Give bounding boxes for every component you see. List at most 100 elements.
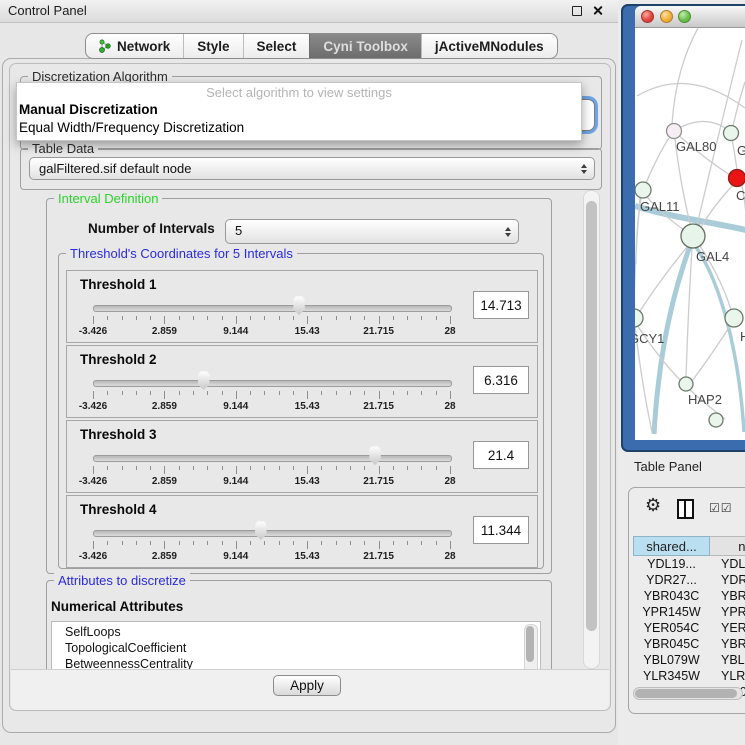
network-canvas[interactable]: GAL80GCGAL11GAL4GCY1HHAP2: [635, 27, 745, 440]
panel-title: Control Panel: [8, 3, 87, 18]
split-columns-icon[interactable]: [677, 499, 694, 519]
network-node[interactable]: [725, 309, 743, 327]
network-edge[interactable]: [686, 248, 692, 377]
network-node[interactable]: [635, 309, 643, 327]
network-edge[interactable]: [635, 198, 640, 309]
network-node[interactable]: [679, 377, 693, 391]
tick-label: 21.715: [363, 401, 394, 412]
tab-select[interactable]: Select: [243, 34, 310, 58]
node-label: C: [736, 188, 745, 203]
node-label: G: [737, 143, 745, 158]
close-traffic-light-icon[interactable]: [641, 10, 654, 23]
tab-jactivemnodules[interactable]: jActiveMNodules: [421, 34, 557, 58]
algorithm-dropdown-popup: Select algorithm to view settings Manual…: [16, 82, 582, 141]
attribute-list-item[interactable]: SelfLoops: [52, 624, 540, 640]
table-row[interactable]: YDL19...YDL19...: [633, 556, 745, 572]
close-panel-icon[interactable]: [592, 5, 603, 16]
network-edge[interactable]: [733, 82, 745, 126]
attributes-listbox[interactable]: SelfLoopsTopologicalCoefficientBetweenne…: [51, 621, 541, 669]
group-title: Interval Definition: [54, 191, 162, 206]
table-row[interactable]: YER054CYER054C: [633, 620, 745, 636]
slider-track[interactable]: [93, 455, 452, 462]
table-row[interactable]: YDR27...YDR27...: [633, 572, 745, 588]
slider-thumb[interactable]: [196, 371, 211, 390]
network-node[interactable]: [667, 124, 682, 139]
table-row[interactable]: YBR045CYBR045C: [633, 636, 745, 652]
network-window-titlebar[interactable]: [635, 6, 745, 28]
tick-label: 9.144: [223, 401, 248, 412]
cell-shared-name: YDR27...: [633, 572, 710, 588]
tab-label: Cyni Toolbox: [323, 39, 408, 54]
threshold-value-field[interactable]: 6.316: [473, 366, 529, 394]
interval-definition-group: Interval Definition Number of Intervals …: [46, 198, 552, 574]
column-header-shared-[interactable]: shared...: [633, 536, 710, 556]
tab-label: Select: [257, 39, 297, 54]
slider-thumb[interactable]: [292, 296, 307, 315]
network-edge[interactable]: [672, 28, 698, 124]
slider-track[interactable]: [93, 380, 452, 387]
tick-label: 28: [444, 401, 455, 412]
threshold-label: Threshold 1: [80, 277, 157, 292]
slider-tick-labels: -3.4262.8599.14415.4321.71528: [93, 326, 450, 337]
threshold-value-field[interactable]: 14.713: [473, 291, 529, 319]
table-horizontal-scrollbar[interactable]: [633, 687, 743, 700]
column-header-name[interactable]: name: [710, 536, 745, 556]
panel-vertical-scrollbar[interactable]: [583, 190, 600, 669]
table-row[interactable]: YLR345WYLR345W: [633, 668, 745, 684]
group-title: Attributes to discretize: [54, 573, 190, 588]
cell-shared-name: YBR043C: [633, 588, 710, 604]
node-label: GAL80: [676, 139, 716, 154]
dropdown-hint: Select algorithm to view settings: [17, 85, 581, 100]
node-table: shared...nameYDL19...YDL19...YDR27...YDR…: [633, 536, 745, 700]
list-scrollbar[interactable]: [524, 624, 538, 669]
zoom-traffic-light-icon[interactable]: [678, 10, 691, 23]
network-edge[interactable]: [646, 138, 669, 183]
table-row[interactable]: YPR145WYPR145W: [633, 604, 745, 620]
table-scrollbar-thumb[interactable]: [635, 689, 737, 698]
table-data-combobox[interactable]: galFiltered.sif default node: [29, 157, 595, 180]
threshold-panel: Threshold 1 -3.4262.8599.14415.4321.71528…: [66, 270, 538, 343]
slider-track[interactable]: [93, 305, 452, 312]
numerical-attributes-label: Numerical Attributes: [51, 599, 183, 614]
slider-ticks: [93, 466, 450, 476]
num-intervals-combobox[interactable]: 5: [225, 219, 519, 244]
float-window-icon[interactable]: [572, 6, 582, 16]
network-node[interactable]: [724, 126, 739, 141]
tab-style[interactable]: Style: [183, 34, 242, 58]
apply-button[interactable]: Apply: [273, 675, 341, 696]
table-row[interactable]: YBR043CYBR043C: [633, 588, 745, 604]
tick-label: 9.144: [223, 551, 248, 562]
select-columns-icon[interactable]: ☑☑: [709, 501, 733, 515]
network-node[interactable]: [709, 413, 723, 427]
cell-name: YDR27...: [710, 572, 745, 588]
slider-thumb[interactable]: [253, 521, 268, 540]
attributes-group: Attributes to discretize Numerical Attri…: [46, 580, 552, 669]
minimize-traffic-light-icon[interactable]: [660, 10, 673, 23]
gear-icon[interactable]: ⚙: [645, 496, 661, 514]
table-row[interactable]: YBL079WYBL079W: [633, 652, 745, 668]
network-node[interactable]: [681, 224, 705, 248]
algorithm-option[interactable]: Manual Discretization: [19, 102, 158, 117]
cell-shared-name: YBL079W: [633, 652, 710, 668]
threshold-value-field[interactable]: 21.4: [473, 441, 529, 469]
network-edge[interactable]: [692, 326, 730, 381]
threshold-panel: Threshold 4-3.4262.8599.14415.4321.71528…: [66, 495, 538, 568]
network-node[interactable]: [635, 182, 651, 198]
tab-network[interactable]: Network: [86, 34, 183, 58]
tick-label: -3.426: [79, 326, 107, 337]
tick-label: 21.715: [363, 551, 394, 562]
slider-track[interactable]: [93, 530, 452, 537]
threshold-value-field[interactable]: 11.344: [473, 516, 529, 544]
tick-label: 15.43: [295, 551, 320, 562]
network-view-window[interactable]: GAL80GCGAL11GAL4GCY1HHAP2: [621, 4, 745, 452]
network-node[interactable]: [729, 170, 745, 187]
list-scrollbar-thumb[interactable]: [526, 626, 534, 662]
attribute-list-item[interactable]: BetweennessCentrality: [52, 656, 540, 669]
tab-cyni-toolbox[interactable]: Cyni Toolbox: [309, 34, 421, 58]
cell-name: YPR145W: [710, 604, 745, 620]
slider-thumb[interactable]: [368, 446, 383, 465]
panel-scrollbar-thumb[interactable]: [586, 201, 597, 631]
attribute-list-item[interactable]: TopologicalCoefficient: [52, 640, 540, 656]
slider-ticks: [93, 391, 450, 401]
algorithm-option[interactable]: Equal Width/Frequency Discretization: [19, 120, 244, 135]
